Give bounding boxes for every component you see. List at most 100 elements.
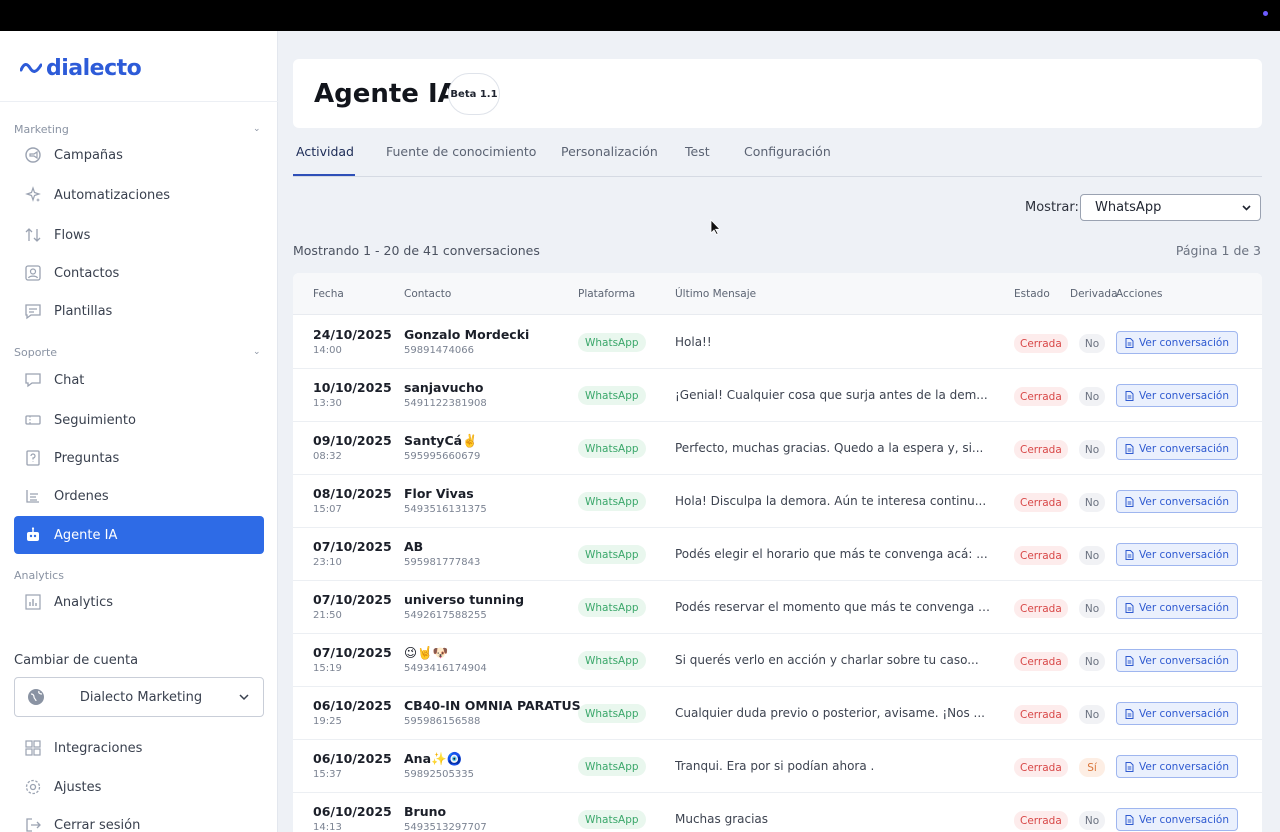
sidebar-item-automatizaciones[interactable]: Automatizaciones [14, 177, 264, 213]
chevron-down-icon[interactable]: ⌄ [253, 124, 261, 134]
sidebar-item-preguntas[interactable]: Preguntas [14, 440, 264, 476]
section-label-marketing: Marketing [14, 123, 69, 136]
platform-badge: WhatsApp [578, 492, 646, 511]
sidebar-item-plantillas[interactable]: Plantillas [14, 293, 264, 329]
view-conversation-button[interactable]: Ver conversación [1116, 384, 1238, 407]
row-contact-name: Bruno [404, 804, 447, 819]
sidebar-item-cerrar-sesion[interactable]: Cerrar sesión [14, 807, 264, 832]
row-contact-name: 😉🤘🐶 [404, 645, 449, 660]
sidebar-item-flows[interactable]: Flows [14, 217, 264, 253]
document-icon [1125, 708, 1134, 719]
column-header-fecha: Fecha [313, 288, 344, 300]
window-top-bar [0, 0, 1280, 31]
view-conversation-label: Ver conversación [1139, 707, 1229, 720]
status-badge: Cerrada [1014, 387, 1068, 406]
derived-badge: Sí [1079, 758, 1105, 777]
view-conversation-button[interactable]: Ver conversación [1116, 490, 1238, 513]
sidebar-item-campanas[interactable]: Campañas [14, 137, 264, 173]
status-badge: Cerrada [1014, 599, 1068, 618]
view-conversation-label: Ver conversación [1139, 442, 1229, 455]
tab-personalizacion[interactable]: Personalización [561, 144, 658, 159]
tab-configuracion[interactable]: Configuración [744, 144, 831, 159]
table-row: 07/10/2025 15:19 😉🤘🐶 5493416174904 WhatsApp S… [293, 634, 1262, 687]
view-conversation-label: Ver conversación [1139, 336, 1229, 349]
row-date: 07/10/2025 [313, 645, 392, 660]
sidebar: dialecto Marketing ⌄ Campañas Automatiza… [0, 31, 278, 832]
sidebar-item-chat[interactable]: Chat [14, 362, 264, 398]
sidebar-item-label: Plantillas [54, 303, 113, 319]
row-contact-phone: 5493513297707 [404, 822, 487, 832]
row-contact-phone: 5491122381908 [404, 398, 487, 409]
page-header: Agente IA Beta 1.1 [293, 59, 1262, 128]
row-time: 08:32 [313, 451, 342, 462]
status-badge: Cerrada [1014, 546, 1068, 565]
status-badge: Cerrada [1014, 493, 1068, 512]
row-last-message: Hola! Disculpa la demora. Aún te interes… [675, 494, 987, 508]
sidebar-item-label: Campañas [54, 147, 123, 163]
view-conversation-button[interactable]: Ver conversación [1116, 437, 1238, 460]
status-badge: Cerrada [1014, 440, 1068, 459]
document-icon [1125, 390, 1134, 401]
row-last-message: Tranqui. Era por si podían ahora . [675, 759, 875, 773]
account-switch-label: Cambiar de cuenta [14, 653, 139, 668]
account-select[interactable]: Dialecto Marketing [14, 677, 264, 717]
view-conversation-button[interactable]: Ver conversación [1116, 331, 1238, 354]
view-conversation-button[interactable]: Ver conversación [1116, 596, 1238, 619]
view-conversation-label: Ver conversación [1139, 495, 1229, 508]
row-time: 15:37 [313, 769, 342, 780]
view-conversation-button[interactable]: Ver conversación [1116, 702, 1238, 725]
column-header-ultimo-mensaje: Último Mensaje [675, 288, 757, 300]
sidebar-item-seguimiento[interactable]: Seguimiento [14, 402, 264, 438]
column-header-plataforma: Plataforma [578, 288, 636, 300]
view-conversation-label: Ver conversación [1139, 760, 1229, 773]
row-date: 09/10/2025 [313, 433, 392, 448]
row-time: 14:13 [313, 822, 342, 832]
sidebar-item-agente-ia[interactable]: Agente IA [14, 516, 264, 554]
chevron-down-icon[interactable]: ⌄ [253, 347, 261, 357]
view-conversation-button[interactable]: Ver conversación [1116, 649, 1238, 672]
tab-fuente-de-conocimiento[interactable]: Fuente de conocimiento [386, 144, 536, 159]
row-date: 10/10/2025 [313, 380, 392, 395]
column-header-estado: Estado [1014, 288, 1050, 300]
view-conversation-button[interactable]: Ver conversación [1116, 808, 1238, 831]
view-conversation-label: Ver conversación [1139, 654, 1229, 667]
table-header: Fecha Contacto Plataforma Último Mensaje… [293, 273, 1262, 315]
tab-test[interactable]: Test [685, 144, 710, 159]
sidebar-item-contactos[interactable]: Contactos [14, 255, 264, 291]
row-contact-phone: 5493416174904 [404, 663, 487, 674]
sidebar-item-label: Agente IA [54, 527, 118, 543]
view-conversation-button[interactable]: Ver conversación [1116, 755, 1238, 778]
row-last-message: Hola!! [675, 335, 712, 349]
brand-logo[interactable]: dialecto [20, 55, 142, 81]
derived-badge: No [1079, 334, 1105, 353]
ticket-icon [24, 411, 42, 429]
beta-badge: Beta 1.1 [448, 73, 500, 115]
table-row: 09/10/2025 08:32 SantyCá✌️ 595995660679 What… [293, 422, 1262, 475]
derived-badge: No [1079, 652, 1105, 671]
document-icon [1125, 655, 1134, 666]
sidebar-item-analytics[interactable]: Analytics [14, 584, 264, 620]
page-indicator: Página 1 de 3 [1175, 243, 1261, 258]
sidebar-item-ajustes[interactable]: Ajustes [14, 769, 264, 805]
account-name: Dialecto Marketing [79, 689, 203, 705]
row-last-message: Cualquier duda previo o posterior, avisa… [675, 706, 985, 720]
view-conversation-label: Ver conversación [1139, 601, 1229, 614]
view-conversation-button[interactable]: Ver conversación [1116, 543, 1238, 566]
results-count: Mostrando 1 - 20 de 41 conversaciones [293, 243, 540, 258]
gear-icon [24, 778, 42, 796]
row-contact-name: Ana✨🧿 [404, 751, 463, 766]
platform-filter-select[interactable]: WhatsApp [1080, 194, 1261, 221]
megaphone-icon [24, 146, 42, 164]
sidebar-item-ordenes[interactable]: Ordenes [14, 478, 264, 514]
document-icon [1125, 761, 1134, 772]
tab-actividad[interactable]: Actividad [296, 144, 354, 159]
table-row: 10/10/2025 13:30 sanjavucho 5491122381908 Wh… [293, 369, 1262, 422]
sidebar-item-integraciones[interactable]: Integraciones [14, 730, 264, 766]
row-time: 15:07 [313, 504, 342, 515]
derived-badge: No [1079, 387, 1105, 406]
row-contact-name: SantyCá✌️ [404, 433, 478, 448]
view-conversation-label: Ver conversación [1139, 389, 1229, 402]
document-icon [1125, 549, 1134, 560]
section-label-analytics: Analytics [14, 569, 64, 582]
row-date: 06/10/2025 [313, 698, 392, 713]
